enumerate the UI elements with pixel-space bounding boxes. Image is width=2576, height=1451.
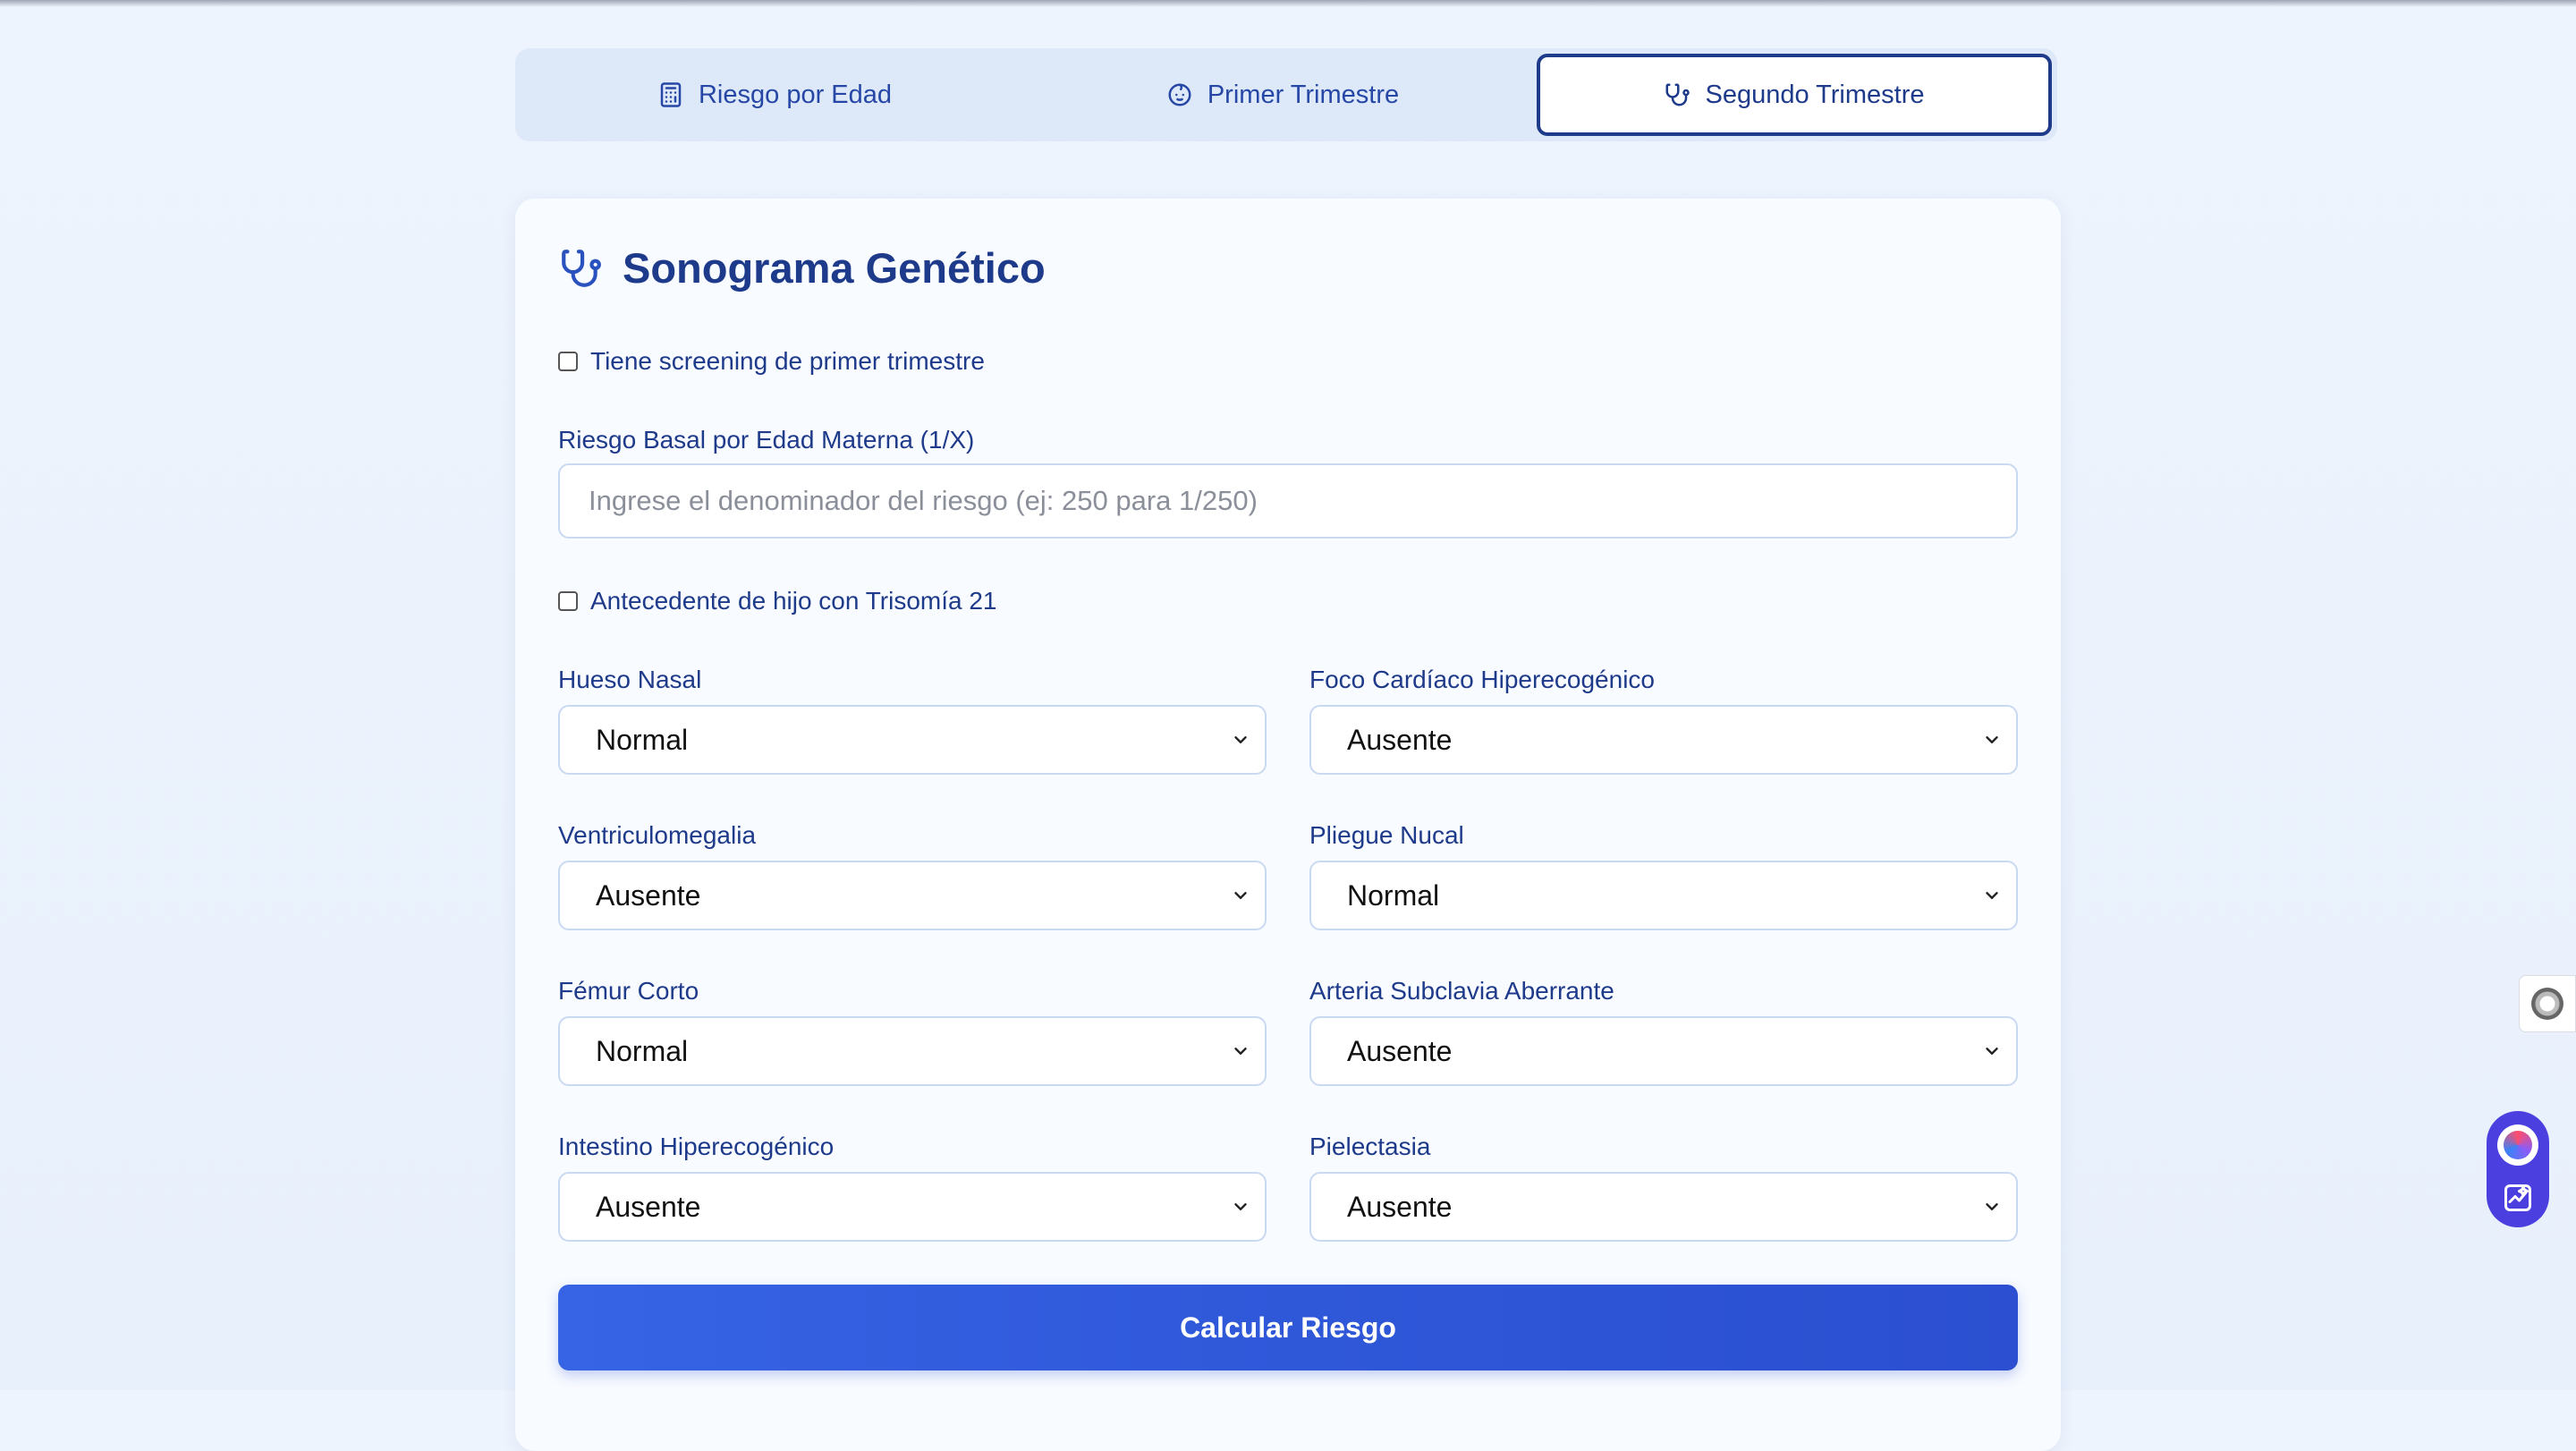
extension-ring-icon (2531, 988, 2563, 1020)
side-extension-button[interactable] (2519, 975, 2576, 1032)
select-value: Ausente (596, 1190, 701, 1223)
basal-risk-input[interactable] (558, 463, 2018, 539)
hueso-nasal-select[interactable]: Normal (558, 705, 1267, 775)
trisomy-checkbox[interactable] (558, 591, 578, 611)
select-value: Ausente (1347, 1034, 1453, 1067)
card-title: Sonograma Genético (623, 244, 1046, 292)
pielectasia-label: Pielectasia (1309, 1133, 1431, 1160)
foco-cardiaco-select[interactable]: Ausente (1309, 705, 2018, 775)
select-value: Normal (596, 723, 689, 756)
tab-segundo-trimestre[interactable]: Segundo Trimestre (1537, 54, 2052, 136)
tab-riesgo-por-edad[interactable]: Riesgo por Edad (521, 54, 1029, 136)
pielectasia-select[interactable]: Ausente (1309, 1172, 2018, 1242)
ventriculomegalia-select[interactable]: Ausente (558, 861, 1267, 930)
arteria-subclavia-select[interactable]: Ausente (1309, 1016, 2018, 1086)
intestino-select[interactable]: Ausente (558, 1172, 1267, 1242)
assistant-logo-icon[interactable] (2497, 1124, 2538, 1166)
stethoscope-icon (1665, 83, 1690, 106)
chevron-down-icon (1234, 1203, 1247, 1210)
femur-corto-label: Fémur Corto (558, 977, 699, 1005)
intestino-label: Intestino Hiperecogénico (558, 1133, 835, 1160)
tab-label: Riesgo por Edad (698, 80, 893, 109)
card-header: Sonograma Genético (558, 243, 1046, 293)
sonograma-card: Sonograma Genético Tiene screening de pr… (515, 199, 2061, 1451)
pliegue-nucal-label: Pliegue Nucal (1309, 821, 1464, 849)
chevron-down-icon (1234, 892, 1247, 899)
tab-bar: Riesgo por Edad Primer Trimestre Segundo… (515, 48, 2057, 141)
first-trimester-checkbox[interactable] (558, 352, 578, 371)
tab-label: Primer Trimestre (1207, 80, 1400, 109)
hueso-nasal-label: Hueso Nasal (558, 666, 702, 693)
trisomy-checkbox-label: Antecedente de hijo con Trisomía 21 (590, 587, 997, 615)
tab-primer-trimestre[interactable]: Primer Trimestre (1029, 54, 1537, 136)
tab-label: Segundo Trimestre (1705, 80, 1925, 109)
femur-corto-select[interactable]: Normal (558, 1016, 1267, 1086)
select-value: Ausente (596, 878, 701, 912)
basal-risk-label: Riesgo Basal por Edad Materna (1/X) (558, 426, 975, 454)
select-value: Normal (596, 1034, 689, 1067)
floating-widget[interactable] (2487, 1111, 2549, 1227)
select-value: Normal (1347, 878, 1440, 912)
trisomy-checkbox-row[interactable]: Antecedente de hijo con Trisomía 21 (558, 587, 997, 615)
pliegue-nucal-select[interactable]: Normal (1309, 861, 2018, 930)
calculator-icon (660, 82, 682, 107)
chevron-down-icon (1986, 736, 1998, 743)
calcular-riesgo-button[interactable]: Calcular Riesgo (558, 1285, 2018, 1370)
chevron-down-icon (1234, 736, 1247, 743)
baby-face-icon (1168, 83, 1191, 106)
first-trimester-checkbox-label: Tiene screening de primer trimestre (590, 347, 985, 375)
foco-cardiaco-label: Foco Cardíaco Hiperecogénico (1309, 666, 1655, 693)
chevron-down-icon (1234, 1048, 1247, 1055)
chevron-down-icon (1986, 1048, 1998, 1055)
select-value: Ausente (1347, 723, 1453, 756)
arteria-subclavia-label: Arteria Subclavia Aberrante (1309, 977, 1614, 1005)
chevron-down-icon (1986, 1203, 1998, 1210)
stethoscope-icon (562, 249, 601, 287)
first-trimester-checkbox-row[interactable]: Tiene screening de primer trimestre (558, 347, 985, 376)
select-value: Ausente (1347, 1190, 1453, 1223)
image-chart-icon[interactable] (2502, 1182, 2534, 1214)
ventriculomegalia-label: Ventriculomegalia (558, 821, 757, 849)
chevron-down-icon (1986, 892, 1998, 899)
top-shadow (0, 0, 2576, 7)
